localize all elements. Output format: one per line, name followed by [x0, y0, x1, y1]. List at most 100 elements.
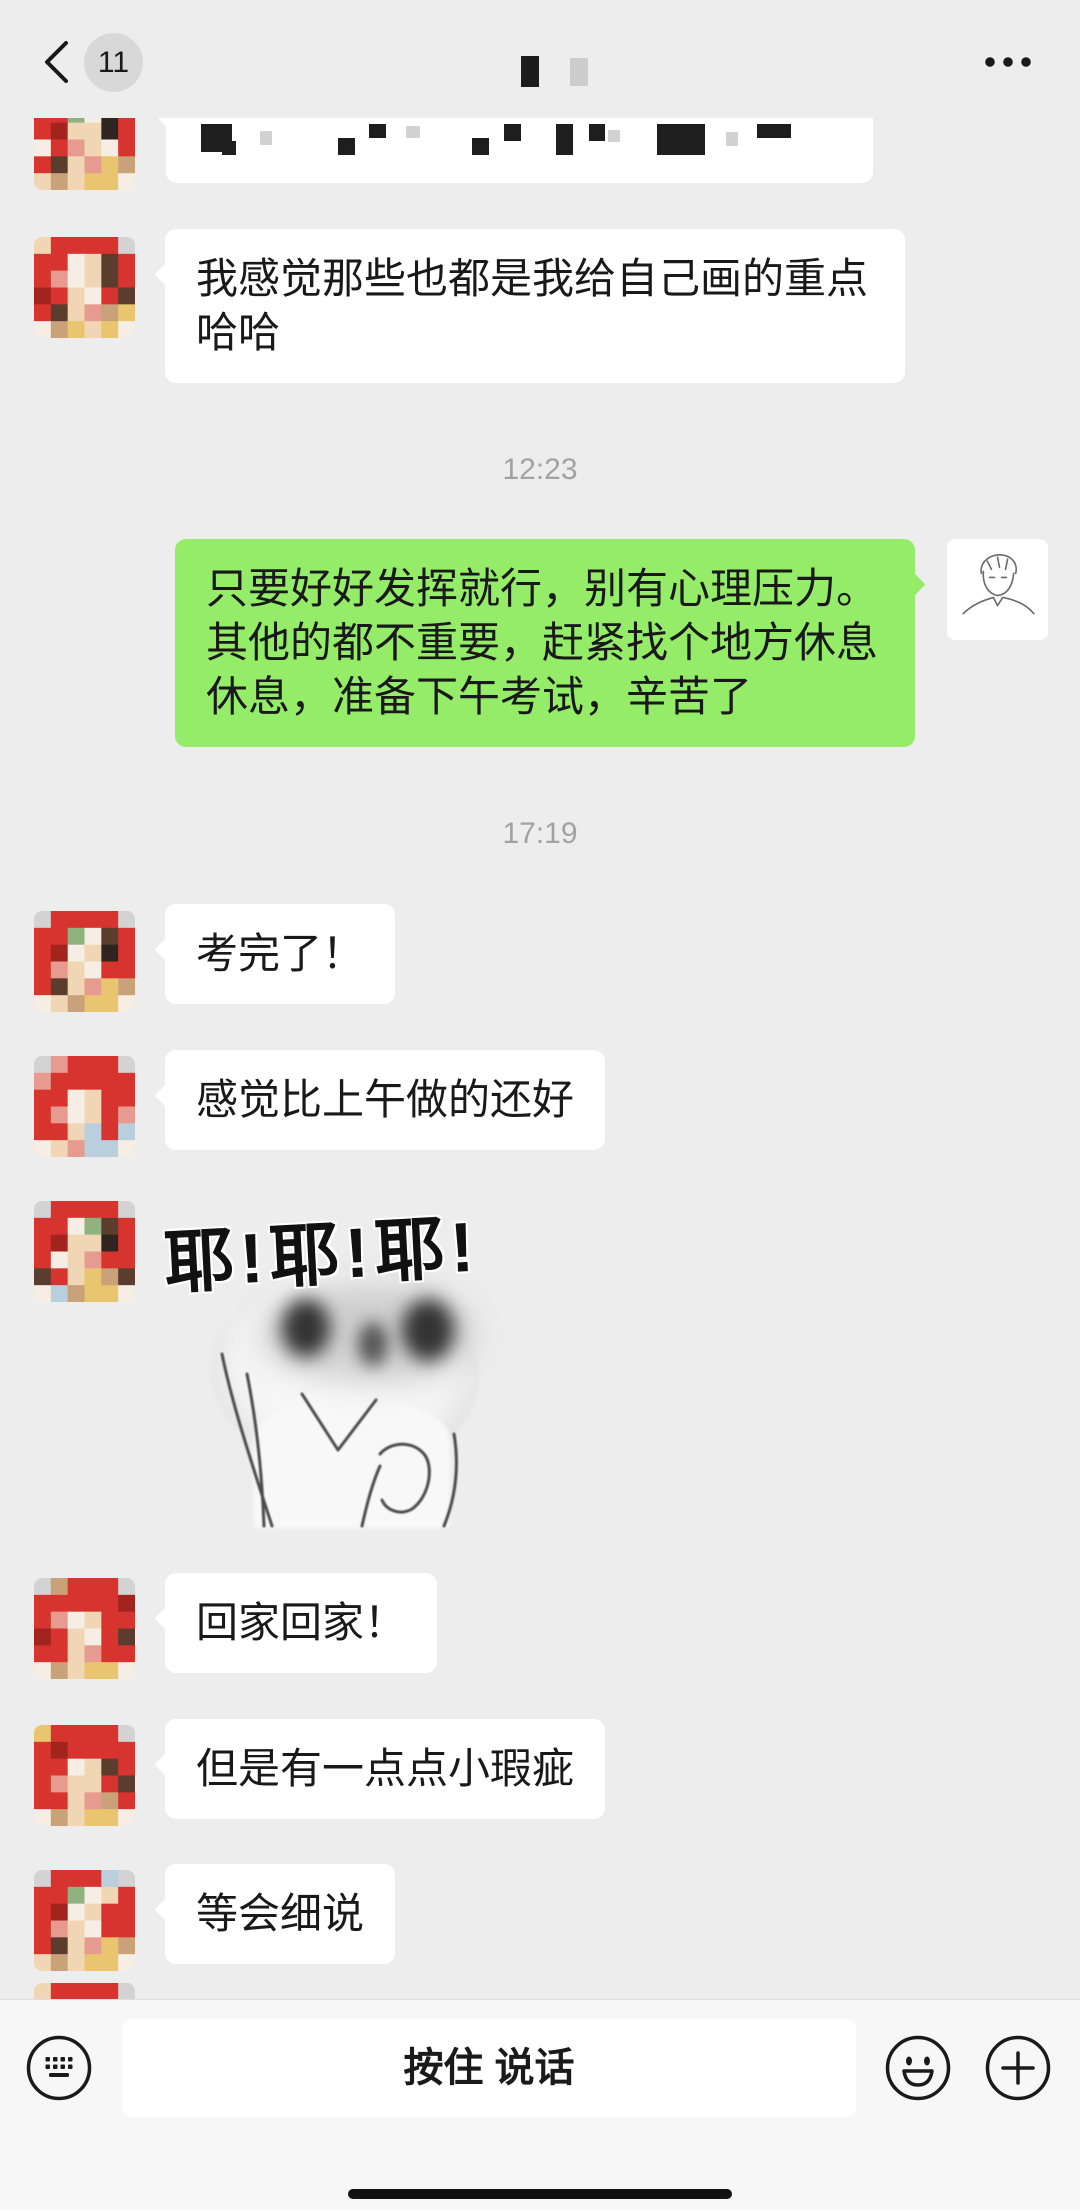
- avatar-pixel: [84, 287, 102, 305]
- avatar-pixel: [101, 1662, 119, 1679]
- avatar-pixel: [101, 1140, 119, 1157]
- avatar-pixel: [50, 1268, 69, 1286]
- avatar-pixel: [84, 944, 102, 962]
- avatar-pixel: [50, 1662, 69, 1679]
- avatar[interactable]: [34, 1056, 135, 1157]
- avatar-pixel: [34, 1056, 52, 1074]
- sticker-message[interactable]: 耶!耶!耶!: [162, 1204, 486, 1528]
- avatar[interactable]: [34, 1201, 135, 1302]
- avatar-pixel: [50, 1775, 69, 1793]
- avatar-pixel: [118, 253, 135, 272]
- avatar-pixel: [67, 156, 85, 174]
- avatar-pixel: [67, 1628, 85, 1646]
- avatar-pixel: [67, 1251, 85, 1269]
- avatar-pixel: [118, 1725, 135, 1743]
- avatar-pixel: [67, 1937, 85, 1955]
- avatar-pixel: [101, 944, 119, 962]
- message-row: 回家回家！: [0, 1573, 1080, 1679]
- redaction-block: [556, 124, 573, 155]
- sketch-avatar-image: [962, 554, 1035, 615]
- avatar-pixel: [84, 122, 102, 140]
- avatar-pixel: [50, 1123, 69, 1141]
- avatar-pixel: [101, 1792, 119, 1810]
- avatar-pixel: [84, 1268, 102, 1286]
- avatar-pixel: [50, 1792, 69, 1810]
- avatar-pixel: [118, 287, 135, 305]
- avatar-pixel: [84, 978, 102, 996]
- avatar-pixel: [101, 1089, 119, 1107]
- message-row: 我感觉那些也都是我给自己画的重点哈哈: [0, 229, 1080, 383]
- avatar-image: [34, 1056, 135, 1157]
- avatar-pixel: [84, 156, 102, 174]
- chat-area[interactable]: 我感觉那些也都是我给自己画的重点哈哈 12:23 只要好好发挥就行，别有心理压力…: [0, 0, 1080, 1999]
- avatar-pixel: [34, 1201, 52, 1219]
- input-bar: 按住 说话: [0, 1999, 1080, 2210]
- message-bubble[interactable]: 感觉比上午做的还好: [165, 1050, 606, 1150]
- message-timestamp: 12:23: [502, 453, 578, 486]
- avatar-pixel: [67, 1775, 85, 1793]
- avatar-pixel: [101, 1809, 119, 1826]
- avatar-pixel: [50, 304, 69, 322]
- avatar-pixel: [67, 1578, 85, 1596]
- message-bubble[interactable]: 但是有一点点小瑕疵: [165, 1719, 606, 1819]
- avatar-image: [34, 1578, 135, 1679]
- avatar-pixel: [101, 911, 119, 929]
- avatar-pixel: [84, 173, 102, 190]
- avatar-pixel: [34, 944, 52, 962]
- avatar-pixel: [34, 304, 52, 322]
- avatar-pixel: [34, 1234, 52, 1252]
- avatar-pixel: [50, 995, 69, 1012]
- avatar-pixel: [101, 1201, 119, 1219]
- self-avatar[interactable]: [947, 539, 1048, 640]
- avatar[interactable]: [34, 1983, 135, 1999]
- message-bubble[interactable]: 回家回家！: [165, 1573, 438, 1673]
- avatar-pixel: [101, 1725, 119, 1743]
- avatar-pixel: [84, 1056, 102, 1074]
- avatar-pixel: [34, 978, 52, 996]
- avatar-pixel: [67, 1870, 85, 1888]
- avatar-pixel: [67, 1268, 85, 1286]
- more-functions-button[interactable]: [985, 2035, 1051, 2101]
- more-button[interactable]: [970, 40, 1046, 84]
- avatar-pixel: [50, 1072, 69, 1091]
- avatar-pixel: [84, 270, 102, 288]
- avatar-pixel: [34, 1792, 52, 1810]
- avatar-pixel: [34, 1725, 52, 1743]
- avatar-pixel: [101, 961, 119, 979]
- avatar-pixel: [50, 156, 69, 174]
- chat-title-redacted: [500, 50, 610, 94]
- avatar-pixel: [118, 270, 135, 288]
- avatar-pixel: [101, 1870, 119, 1888]
- message-bubble[interactable]: 我感觉那些也都是我给自己画的重点哈哈: [165, 229, 905, 383]
- avatar-pixel: [67, 1662, 85, 1679]
- back-button[interactable]: 11: [34, 30, 150, 94]
- avatar[interactable]: [34, 911, 135, 1012]
- avatar[interactable]: [34, 237, 135, 338]
- hold-to-talk-button[interactable]: 按住 说话: [122, 2019, 856, 2117]
- avatar-pixel: [34, 1268, 52, 1286]
- avatar-pixel: [50, 237, 69, 255]
- avatar-pixel: [118, 1954, 135, 1971]
- avatar-pixel: [101, 1903, 119, 1921]
- avatar-pixel: [118, 1201, 135, 1219]
- avatar-pixel: [50, 1903, 69, 1921]
- avatar-pixel: [118, 122, 135, 140]
- message-bubble[interactable]: 考完了！: [165, 904, 396, 1004]
- emoji-button[interactable]: [885, 2035, 951, 2101]
- message-bubble-outgoing[interactable]: 只要好好发挥就行，别有心理压力。其他的都不重要，赶紧找个地方休息休息，准备下午考…: [175, 539, 915, 747]
- avatar-pixel: [67, 1234, 85, 1252]
- avatar-pixel: [84, 1611, 102, 1629]
- avatar-pixel: [50, 1234, 69, 1252]
- avatar-pixel: [50, 1106, 69, 1124]
- avatar[interactable]: [34, 1725, 135, 1826]
- avatar[interactable]: [34, 1870, 135, 1971]
- avatar-pixel: [118, 1140, 135, 1157]
- avatar-pixel: [118, 1611, 135, 1629]
- avatar-pixel: [34, 1251, 52, 1269]
- keyboard-toggle-button[interactable]: [26, 2035, 92, 2101]
- avatar-pixel: [34, 1775, 52, 1793]
- avatar-pixel: [67, 1809, 85, 1826]
- message-bubble[interactable]: 等会细说: [165, 1864, 396, 1964]
- avatar[interactable]: [34, 1578, 135, 1679]
- avatar-pixel: [84, 1234, 102, 1252]
